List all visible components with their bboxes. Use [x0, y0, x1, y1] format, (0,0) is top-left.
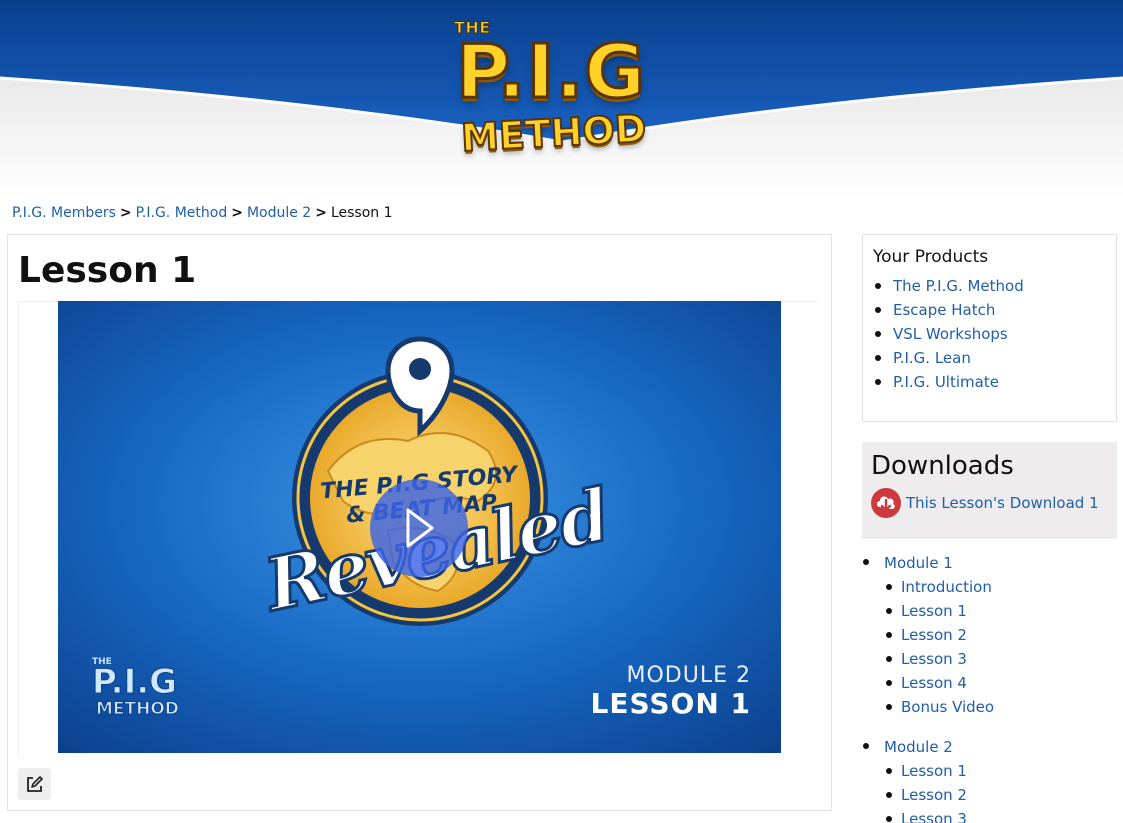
products-heading: Your Products — [873, 247, 989, 267]
your-products-panel: Your Products The P.I.G. Method Escape H… — [862, 234, 1117, 422]
product-item: P.I.G. Ultimate — [873, 370, 1106, 394]
breadcrumb: P.I.G. Members > P.I.G. Method > Module 2 > Le… — [12, 203, 393, 223]
page-title: Lesson 1 — [18, 250, 197, 291]
logo-method-text: METHOD — [459, 105, 648, 161]
downloads-heading: Downloads — [871, 451, 1014, 481]
breadcrumb-separator: > — [231, 205, 243, 221]
breadcrumb-link-members[interactable]: P.I.G. Members — [12, 205, 116, 221]
breadcrumb-separator: > — [119, 205, 132, 221]
lesson-download-link[interactable]: This Lesson's Download 1 — [871, 488, 1099, 518]
pig-method-logo[interactable]: THE P.I.G METHOD — [448, 12, 678, 167]
lesson-link-bonus-video[interactable]: Bonus Video — [901, 698, 994, 716]
module-link-1[interactable]: Module 1 — [884, 554, 953, 572]
lesson-link-introduction[interactable]: Introduction — [901, 578, 992, 596]
video-player[interactable]: THE P.I.G STORY & BEAT MAP Revealed THE … — [58, 301, 781, 753]
lesson-item: Bonus Video — [884, 695, 1117, 719]
edit-icon — [27, 776, 43, 792]
breadcrumb-link-module-2[interactable]: Module 2 — [247, 205, 311, 221]
breadcrumb-current: Lesson 1 — [330, 205, 393, 221]
downloads-panel: Downloads This Lesson's Download 1 — [862, 442, 1117, 539]
module-item: Module 1 Introduction Lesson 1 Lesson 2 … — [862, 551, 1117, 719]
site-header: THE P.I.G METHOD — [0, 0, 1123, 200]
product-item: VSL Workshops — [873, 322, 1106, 346]
logo-pig-text: P.I.G — [454, 29, 647, 115]
play-button[interactable] — [370, 479, 468, 577]
lesson-item: Lesson 3 — [884, 807, 1117, 823]
product-link-pig-ultimate[interactable]: P.I.G. Ultimate — [893, 373, 999, 391]
lesson-link-m1-lesson-3[interactable]: Lesson 3 — [901, 650, 967, 668]
breadcrumb-separator: > — [315, 205, 327, 221]
lesson-item: Lesson 1 — [884, 599, 1117, 623]
video-corner-logo: THE P.I.G METHOD — [91, 657, 192, 721]
lesson-item: Lesson 2 — [884, 783, 1117, 807]
product-link-escape-hatch[interactable]: Escape Hatch — [893, 301, 995, 319]
play-icon — [406, 508, 434, 548]
product-item: Escape Hatch — [873, 298, 1106, 322]
lesson-content: Lesson 1 e — [7, 234, 832, 811]
download-cloud-icon — [871, 488, 901, 518]
video-module-label: MODULE 2 — [626, 663, 751, 688]
products-list: The P.I.G. Method Escape Hatch VSL Works… — [873, 274, 1106, 394]
lesson-item: Lesson 3 — [884, 647, 1117, 671]
lesson-link-m2-lesson-2[interactable]: Lesson 2 — [901, 786, 967, 804]
breadcrumb-link-pig-method[interactable]: P.I.G. Method — [136, 205, 228, 221]
module-link-2[interactable]: Module 2 — [884, 738, 953, 756]
module-item: Module 2 Lesson 1 Lesson 2 Lesson 3 — [862, 735, 1117, 823]
download-link-text[interactable]: This Lesson's Download 1 — [906, 494, 1099, 512]
lesson-link-m2-lesson-1[interactable]: Lesson 1 — [901, 762, 967, 780]
video-lesson-label: LESSON 1 — [590, 687, 751, 720]
lesson-link-m1-lesson-1[interactable]: Lesson 1 — [901, 602, 967, 620]
edit-button[interactable] — [18, 768, 51, 800]
product-link-vsl-workshops[interactable]: VSL Workshops — [893, 325, 1008, 343]
lesson-link-m2-lesson-3[interactable]: Lesson 3 — [901, 810, 967, 823]
product-link-pig-lean[interactable]: P.I.G. Lean — [893, 349, 971, 367]
lesson-link-m1-lesson-4[interactable]: Lesson 4 — [901, 674, 967, 692]
module-navigation: Module 1 Introduction Lesson 1 Lesson 2 … — [862, 551, 1117, 823]
product-link-pig-method[interactable]: The P.I.G. Method — [893, 277, 1024, 295]
product-item: The P.I.G. Method — [873, 274, 1106, 298]
lesson-item: Lesson 4 — [884, 671, 1117, 695]
lesson-link-m1-lesson-2[interactable]: Lesson 2 — [901, 626, 967, 644]
lesson-item: Lesson 1 — [884, 759, 1117, 783]
product-item: P.I.G. Lean — [873, 346, 1106, 370]
lesson-item: Lesson 2 — [884, 623, 1117, 647]
corner-logo-method: METHOD — [96, 699, 180, 720]
corner-logo-pig: P.I.G — [91, 662, 178, 702]
lesson-item: Introduction — [884, 575, 1117, 599]
